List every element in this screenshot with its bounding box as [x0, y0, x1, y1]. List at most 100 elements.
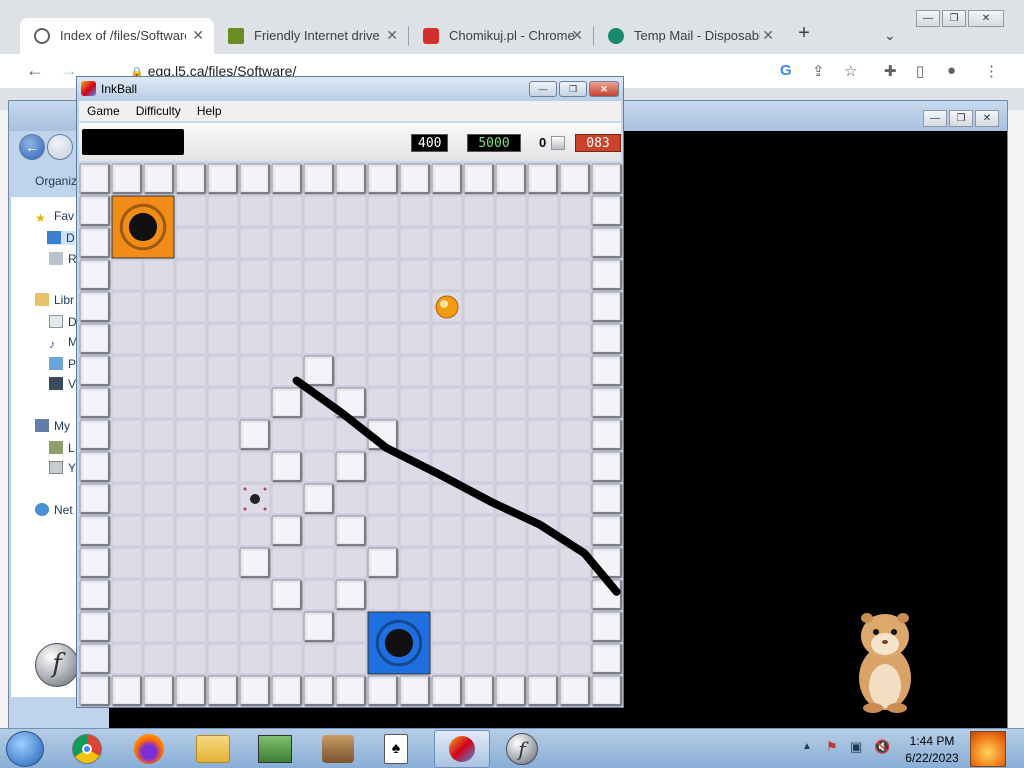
close-tab-icon[interactable]: ✕: [386, 27, 398, 44]
back-arrow-icon[interactable]: ←: [19, 134, 45, 160]
floor-tile: [399, 195, 431, 227]
floor-tile: [271, 419, 303, 451]
board-canvas[interactable]: [79, 163, 623, 707]
floor-tile: [207, 355, 239, 387]
menu-difficulty[interactable]: Difficulty: [128, 101, 189, 121]
orange-ball: [435, 295, 459, 319]
menu-game[interactable]: Game: [79, 101, 128, 121]
floor-tile: [431, 611, 463, 643]
floor-tile: [495, 323, 527, 355]
side-panel-icon[interactable]: ▯: [916, 62, 924, 80]
network-tray-icon[interactable]: ▣: [850, 739, 862, 755]
floor-tile: [303, 515, 335, 547]
floor-tile: [207, 483, 239, 515]
music-icon: ♪: [49, 337, 55, 351]
tab-friendly-drive[interactable]: Friendly Internet drive - ✕: [214, 18, 408, 54]
close-button[interactable]: ✕: [968, 10, 1004, 27]
restore-button[interactable]: ❐: [559, 81, 587, 97]
share-icon[interactable]: ⇪: [812, 62, 825, 80]
firefox-icon[interactable]: [134, 734, 164, 764]
forward-arrow-icon[interactable]: [47, 134, 73, 160]
bookmark-star-icon[interactable]: ☆: [844, 62, 857, 80]
close-tab-icon[interactable]: ✕: [571, 27, 583, 44]
floor-tile: [335, 227, 367, 259]
floor-tile: [463, 387, 495, 419]
border-wall-block: [79, 323, 111, 355]
solitaire-icon[interactable]: ♠: [384, 734, 408, 764]
nav-computer[interactable]: My: [35, 419, 70, 433]
tab-temp-mail[interactable]: Temp Mail - Disposable ✕: [594, 18, 784, 54]
nav-videos[interactable]: V: [49, 377, 76, 391]
inkball-taskbar-button[interactable]: [434, 730, 490, 768]
floor-tile: [527, 611, 559, 643]
floor-tile: [111, 547, 143, 579]
floor-tile: [207, 227, 239, 259]
inkball-window: InkBall — ❐ ✕ Game Difficulty Help 400 5…: [76, 76, 624, 708]
nav-pictures[interactable]: P: [49, 357, 76, 371]
chomikuj-icon: [423, 28, 439, 44]
clock-date[interactable]: 6/22/2023: [900, 751, 964, 765]
border-wall-block: [79, 515, 111, 547]
border-wall-block: [527, 675, 559, 707]
restore-button[interactable]: ❐: [949, 110, 973, 127]
nav-desktop[interactable]: D: [47, 231, 75, 245]
nav-recent[interactable]: R: [49, 252, 77, 266]
close-button[interactable]: ✕: [975, 110, 999, 127]
restore-button[interactable]: ❐: [942, 10, 966, 27]
border-wall-block: [79, 259, 111, 291]
menu-kebab-icon[interactable]: ⋮: [984, 62, 999, 80]
wall-block: [271, 451, 303, 483]
floor-tile: [111, 611, 143, 643]
volume-muted-icon[interactable]: 🔇: [874, 739, 890, 755]
floor-tile: [175, 323, 207, 355]
close-tab-icon[interactable]: ✕: [762, 27, 774, 44]
games-icon[interactable]: [322, 735, 354, 763]
floor-tile: [335, 643, 367, 675]
organize-menu[interactable]: Organiz: [35, 174, 77, 188]
windows-start-icon[interactable]: [6, 731, 44, 767]
minimize-button[interactable]: —: [529, 81, 557, 97]
action-center-flag-icon[interactable]: ⚑: [826, 739, 838, 755]
floor-tile: [207, 259, 239, 291]
menu-help[interactable]: Help: [189, 101, 230, 121]
tab-strip: Index of /files/Software/ ✕ Friendly Int…: [20, 18, 820, 54]
tab-search-chevron-icon[interactable]: ⌄: [884, 27, 896, 44]
nav-local-disk[interactable]: L: [49, 441, 75, 455]
tab-chomikuj[interactable]: Chomikuj.pl - Chrome W ✕: [409, 18, 593, 54]
nav-music[interactable]: ♪ M: [49, 335, 78, 351]
profile-avatar-icon[interactable]: ●: [947, 62, 956, 79]
border-wall-block: [143, 675, 175, 707]
google-icon[interactable]: G: [780, 62, 792, 79]
floor-tile: [495, 227, 527, 259]
flash-icon[interactable]: f: [506, 733, 538, 765]
explorer-icon[interactable]: [196, 735, 230, 763]
border-wall-block: [399, 163, 431, 195]
flash-icon[interactable]: f: [35, 643, 79, 687]
close-button[interactable]: ✕: [589, 81, 619, 97]
monitor-icon[interactable]: [258, 735, 292, 763]
nav-libraries[interactable]: Libr: [35, 293, 74, 307]
floor-tile: [559, 227, 591, 259]
nav-network[interactable]: Net: [35, 503, 73, 517]
minimize-button[interactable]: —: [923, 110, 947, 127]
floor-tile: [559, 291, 591, 323]
floor-tile: [335, 355, 367, 387]
close-tab-icon[interactable]: ✕: [192, 27, 204, 44]
clock-time[interactable]: 1:44 PM: [904, 734, 960, 748]
minimize-button[interactable]: —: [916, 10, 940, 27]
pictures-icon: [49, 357, 63, 370]
show-hidden-icons-icon[interactable]: ▲: [802, 741, 812, 752]
tab-index-software[interactable]: Index of /files/Software/ ✕: [20, 18, 214, 54]
extensions-puzzle-icon[interactable]: ✚: [884, 62, 897, 80]
nav-documents[interactable]: D: [49, 315, 77, 329]
removable-drive-icon: [49, 461, 63, 474]
nav-removable[interactable]: Y: [49, 461, 76, 475]
back-arrow-icon[interactable]: ←: [26, 60, 44, 81]
show-desktop-thumbnail[interactable]: [970, 731, 1006, 767]
floor-tile: [175, 387, 207, 419]
chrome-icon[interactable]: [72, 734, 102, 764]
nav-favorites[interactable]: ★ Fav: [35, 209, 74, 225]
new-tab-button[interactable]: +: [788, 18, 820, 54]
game-board[interactable]: [79, 163, 623, 707]
floor-tile: [207, 643, 239, 675]
